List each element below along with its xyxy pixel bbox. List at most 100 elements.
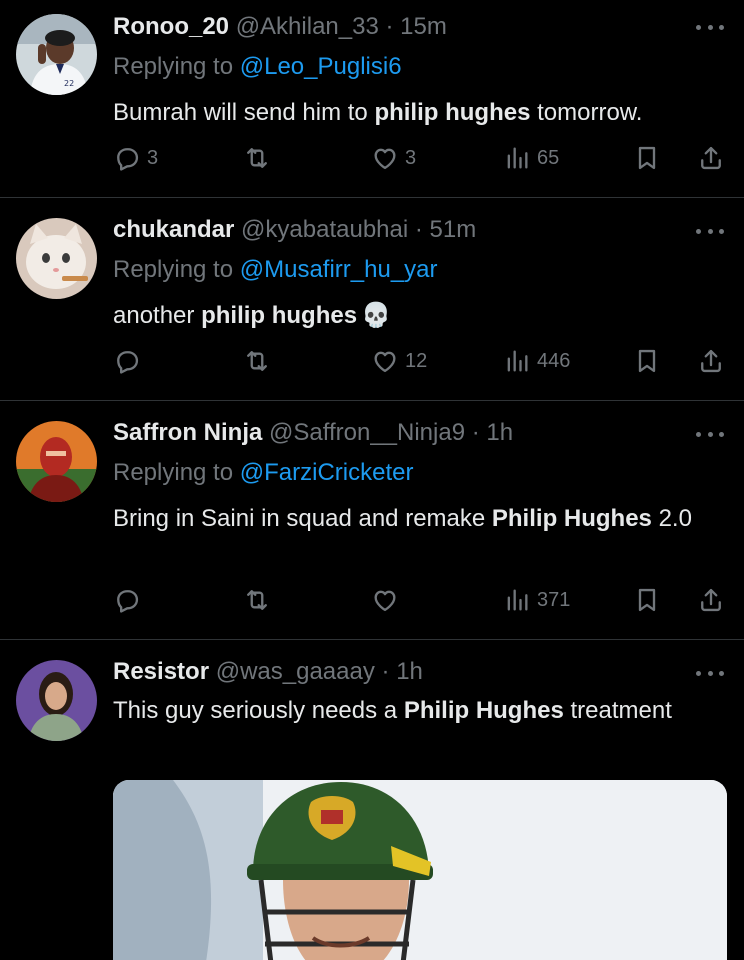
svg-text:22: 22 (64, 79, 74, 88)
avatar[interactable] (16, 660, 97, 741)
handle[interactable]: @Akhilan_33 (236, 13, 379, 40)
tweet-text-bold: Philip Hughes (403, 697, 564, 724)
share-button[interactable] (697, 584, 725, 616)
reply-button[interactable] (113, 345, 147, 377)
view-count: 446 (537, 349, 571, 372)
retweet-icon (243, 586, 271, 614)
view-count: 65 (537, 146, 560, 169)
like-button[interactable]: 3 (371, 142, 416, 174)
retweet-button[interactable] (243, 584, 277, 616)
bookmark-button[interactable] (633, 584, 661, 616)
action-bar: 12 446 (113, 345, 725, 377)
timestamp[interactable]: 1h (396, 658, 423, 685)
handle[interactable]: @was_gaaaay (216, 658, 375, 685)
tweet-text: Bumrah will send him to philip hughes to… (113, 96, 733, 130)
replying-to-label: Replying to (113, 53, 240, 80)
share-button[interactable] (697, 142, 725, 174)
separator: · (408, 216, 430, 243)
views-button[interactable]: 65 (503, 142, 559, 174)
timestamp[interactable]: 51m (430, 216, 477, 243)
replying-to-label: Replying to (113, 459, 240, 486)
bookmark-icon (633, 144, 661, 172)
avatar[interactable] (16, 421, 97, 502)
replying-to-link[interactable]: @Musafirr_hu_yar (240, 256, 438, 283)
replying-to: Replying to @Musafirr_hu_yar (113, 255, 438, 285)
views-button[interactable]: 371 (503, 584, 570, 616)
separator: · (378, 13, 401, 40)
tweet-header: Saffron Ninja @Saffron__Ninja9 · 1h (113, 418, 684, 448)
replying-to-link[interactable]: @Leo_Puglisi6 (240, 53, 402, 80)
bookmark-icon (633, 347, 661, 375)
reply-bubble-icon (113, 144, 141, 172)
more-horizontal-icon[interactable] (696, 22, 724, 32)
tweet-2[interactable]: chukandar @kyabataubhai · 51m Replying t… (0, 198, 744, 400)
handle[interactable]: @Saffron__Ninja9 (269, 419, 465, 446)
handle[interactable]: @kyabataubhai (241, 216, 408, 243)
tweet-header: Resistor @was_gaaaay · 1h (113, 657, 684, 687)
views-button[interactable]: 446 (503, 345, 570, 377)
action-bar: 371 (113, 584, 725, 616)
cricketer-photo (113, 780, 727, 960)
skull-emoji: 💀 (361, 302, 391, 329)
retweet-icon (243, 144, 271, 172)
more-horizontal-icon[interactable] (696, 668, 724, 678)
views-bar-chart-icon (503, 586, 531, 614)
replying-to: Replying to @FarziCricketer (113, 458, 413, 488)
reply-bubble-icon (113, 347, 141, 375)
share-upload-icon (697, 347, 725, 375)
tweet-text-end: treatment (563, 697, 672, 724)
tweet-media-image[interactable] (113, 780, 727, 960)
tweet-text-end: tomorrow. (530, 99, 643, 126)
tweet-text-start: Bumrah will send him to (113, 99, 375, 126)
tweet-text: Bring in Saini in squad and remake Phili… (113, 502, 733, 536)
tweet-text: This guy seriously needs a Philip Hughes… (113, 694, 733, 728)
heart-icon (371, 347, 399, 375)
bookmark-icon (633, 586, 661, 614)
tweet-text-end: 2.0 (651, 505, 692, 532)
avatar[interactable] (16, 218, 97, 299)
tweet-text-bold: Philip Hughes (491, 505, 652, 532)
more-horizontal-icon[interactable] (696, 226, 724, 236)
display-name[interactable]: Resistor (113, 658, 209, 685)
avatar[interactable]: 22 (16, 14, 97, 95)
separator: · (374, 658, 397, 685)
replying-to-label: Replying to (113, 256, 240, 283)
like-button[interactable]: 12 (371, 345, 427, 377)
tweet-1[interactable]: 22 Ronoo_20 @Akhilan_33 · 15m Replying t… (0, 0, 744, 197)
tweet-text-bold: philip hughes (374, 99, 531, 126)
retweet-button[interactable] (243, 345, 277, 377)
share-upload-icon (697, 144, 725, 172)
display-name[interactable]: chukandar (113, 216, 234, 243)
share-button[interactable] (697, 345, 725, 377)
action-bar: 3 3 65 (113, 142, 725, 174)
like-button[interactable] (371, 584, 405, 616)
display-name[interactable]: Ronoo_20 (113, 13, 229, 40)
tweet-header: chukandar @kyabataubhai · 51m (113, 215, 684, 245)
replying-to-link[interactable]: @FarziCricketer (240, 459, 414, 486)
tweet-text-bold: philip hughes (201, 302, 358, 329)
retweet-icon (243, 347, 271, 375)
bookmark-button[interactable] (633, 345, 661, 377)
retweet-button[interactable] (243, 142, 277, 174)
tweet-3[interactable]: Saffron Ninja @Saffron__Ninja9 · 1h Repl… (0, 401, 744, 639)
heart-icon (371, 586, 399, 614)
reply-button[interactable]: 3 (113, 142, 158, 174)
timestamp[interactable]: 1h (486, 419, 513, 446)
bookmark-button[interactable] (633, 142, 661, 174)
more-horizontal-icon[interactable] (696, 429, 724, 439)
timestamp[interactable]: 15m (400, 13, 447, 40)
separator: · (465, 419, 487, 446)
share-upload-icon (697, 586, 725, 614)
replying-to: Replying to @Leo_Puglisi6 (113, 52, 402, 82)
like-count: 12 (405, 349, 428, 372)
reply-button[interactable] (113, 584, 147, 616)
heart-icon (371, 144, 399, 172)
views-bar-chart-icon (503, 144, 531, 172)
tweet-header: Ronoo_20 @Akhilan_33 · 15m (113, 12, 684, 42)
display-name[interactable]: Saffron Ninja (113, 419, 262, 446)
reply-count: 3 (147, 146, 159, 169)
like-count: 3 (405, 146, 417, 169)
tweet-text-start: This guy seriously needs a (113, 697, 404, 724)
tweet-text-start: another (113, 302, 202, 329)
view-count: 371 (537, 588, 571, 611)
